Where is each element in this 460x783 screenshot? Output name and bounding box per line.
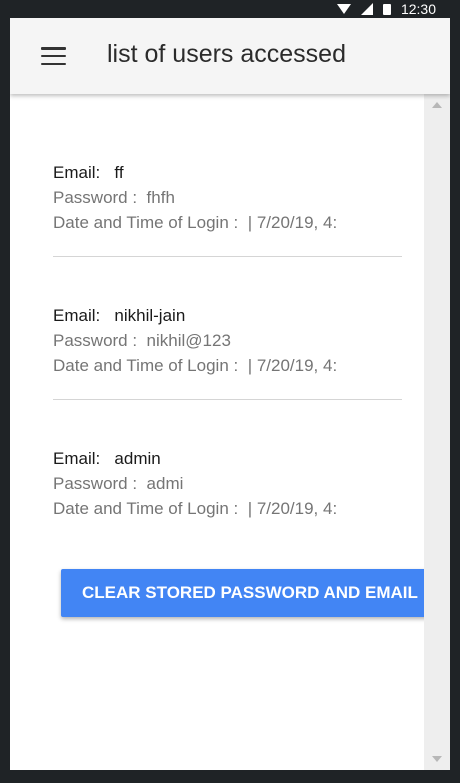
menu-icon[interactable] (41, 47, 66, 65)
password-label: Password : (53, 188, 138, 207)
scroll-down-icon[interactable] (432, 756, 442, 762)
password-value: admi (146, 474, 184, 493)
divider (53, 399, 402, 400)
date-label: Date and Time of Login : (53, 213, 239, 232)
email-value: ff (114, 163, 124, 182)
list-item: Email: admin Password : admi Date and Ti… (53, 446, 405, 521)
date-value: | 7/20/19, 4: (247, 499, 338, 518)
app-bar: list of users accessed (10, 18, 450, 94)
page-title: list of users accessed (107, 40, 346, 68)
app-screen: list of users accessed Email: ff Passwor… (10, 18, 450, 770)
clear-stored-credentials-button[interactable]: CLEAR STORED PASSWORD AND EMAIL (61, 569, 424, 617)
email-value: nikhil-jain (114, 306, 186, 325)
email-line: Email: admin (53, 446, 383, 471)
status-time: 12:30 (400, 1, 436, 17)
list-item: Email: nikhil-jain Password : nikhil@123… (53, 303, 405, 378)
status-bar: 12:30 (0, 0, 460, 18)
wifi-icon (336, 4, 351, 14)
date-label: Date and Time of Login : (53, 356, 239, 375)
date-value: | 7/20/19, 4: (247, 356, 338, 375)
password-line: Password : admi (53, 471, 383, 496)
email-line: Email: nikhil-jain (53, 303, 383, 328)
user-list[interactable]: Email: ff Password : fhfh Date and Time … (10, 94, 424, 770)
email-label: Email: (53, 306, 101, 325)
email-label: Email: (53, 449, 101, 468)
password-label: Password : (53, 331, 138, 350)
email-label: Email: (53, 163, 101, 182)
password-line: Password : fhfh (53, 185, 383, 210)
list-item: Email: ff Password : fhfh Date and Time … (53, 160, 405, 235)
password-value: fhfh (146, 188, 175, 207)
email-line: Email: ff (53, 160, 383, 185)
email-value: admin (114, 449, 161, 468)
date-label: Date and Time of Login : (53, 499, 239, 518)
password-line: Password : nikhil@123 (53, 328, 383, 353)
date-line: Date and Time of Login : | 7/20/19, 4: (53, 353, 383, 378)
date-line: Date and Time of Login : | 7/20/19, 4: (53, 496, 383, 521)
date-value: | 7/20/19, 4: (247, 213, 338, 232)
password-value: nikhil@123 (146, 331, 231, 350)
date-line: Date and Time of Login : | 7/20/19, 4: (53, 210, 383, 235)
signal-icon (360, 3, 373, 15)
divider (53, 256, 402, 257)
password-label: Password : (53, 474, 138, 493)
scrollbar[interactable] (424, 94, 450, 770)
battery-icon (382, 3, 391, 15)
scroll-up-icon[interactable] (432, 102, 442, 108)
